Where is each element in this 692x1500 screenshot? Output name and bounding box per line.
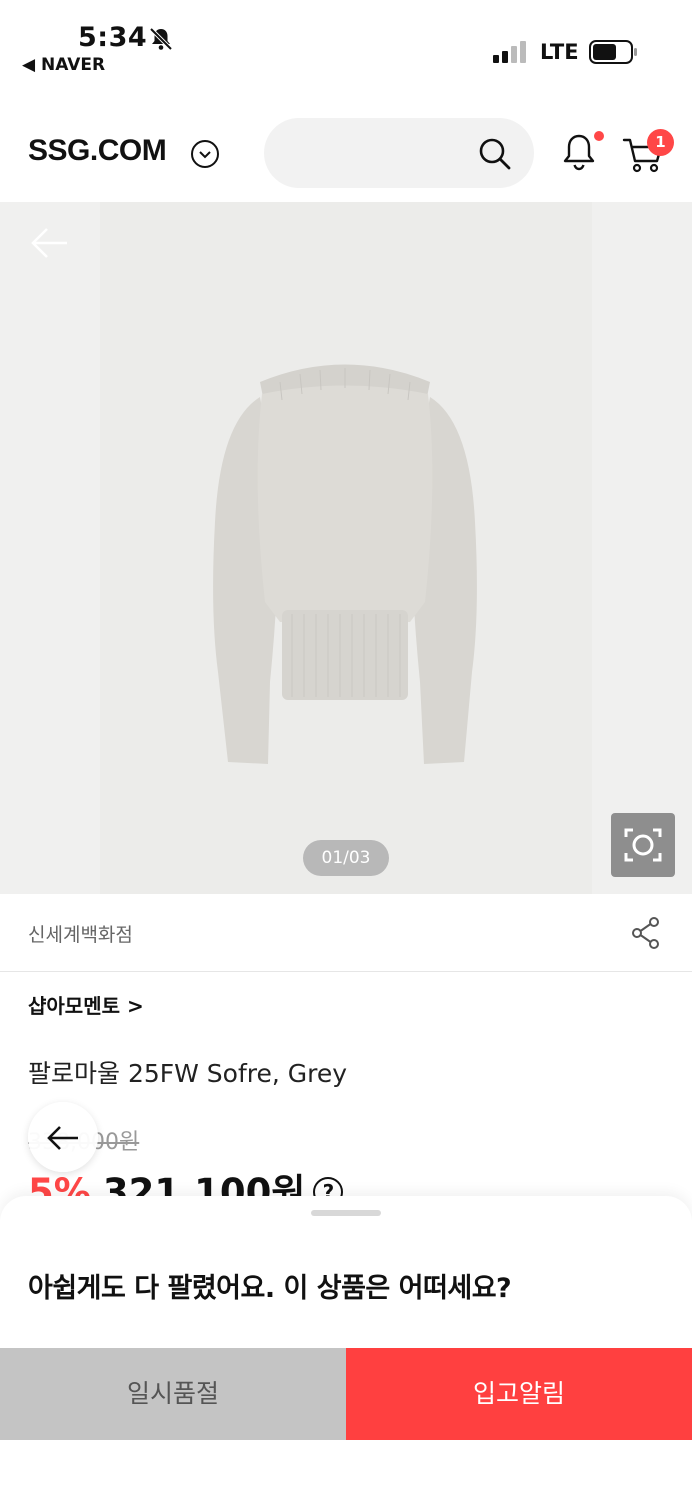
soldout-message: 아쉽게도 다 팔렸어요. 이 상품은 어떠세요? [28,1273,512,1304]
status-time: 5:34 [78,22,148,53]
chevron-down-icon [199,151,211,159]
muted-bell-icon [149,27,173,51]
soldout-bottom-sheet: 아쉽게도 다 팔렸어요. 이 상품은 어떠세요? 일시품절 입고알림 [0,1196,692,1500]
image-search-button[interactable] [611,813,675,877]
notification-dot [594,131,604,141]
app-header: SSG.COM 1 [0,100,692,202]
bell-icon[interactable] [562,132,596,172]
sweater-image [213,364,477,764]
search-icon[interactable] [478,137,512,171]
floating-back-button[interactable] [28,1102,98,1172]
camera-lens-icon [624,828,662,862]
restock-alert-button[interactable]: 입고알림 [346,1348,692,1440]
mall-switch-button[interactable] [191,140,219,168]
brand-link[interactable]: 샵아모멘토 > [28,990,144,1019]
soldout-button[interactable]: 일시품절 [0,1348,346,1440]
cart-count-badge: 1 [647,129,674,156]
share-icon[interactable] [630,916,662,950]
image-counter: 01/03 [303,840,389,876]
arrow-left-icon [47,1126,78,1150]
seller-name[interactable]: 신세계백화점 [28,920,133,947]
back-to-app-link[interactable]: ◀ NAVER [22,55,105,75]
product-image-gallery[interactable]: 01/03 [0,202,692,894]
battery-icon [589,40,637,64]
ssg-logo[interactable]: SSG.COM [28,134,167,168]
seller-row: 신세계백화점 [0,894,692,972]
status-bar: 5:34 ◀ NAVER LTE [0,0,692,90]
sheet-drag-handle[interactable] [311,1210,381,1216]
network-type: LTE [540,40,579,64]
arrow-left-icon[interactable] [30,226,70,260]
signal-icon [493,41,526,63]
search-input[interactable] [264,118,534,188]
product-title: 팔로마울 25FW Sofre, Grey [28,1059,348,1088]
